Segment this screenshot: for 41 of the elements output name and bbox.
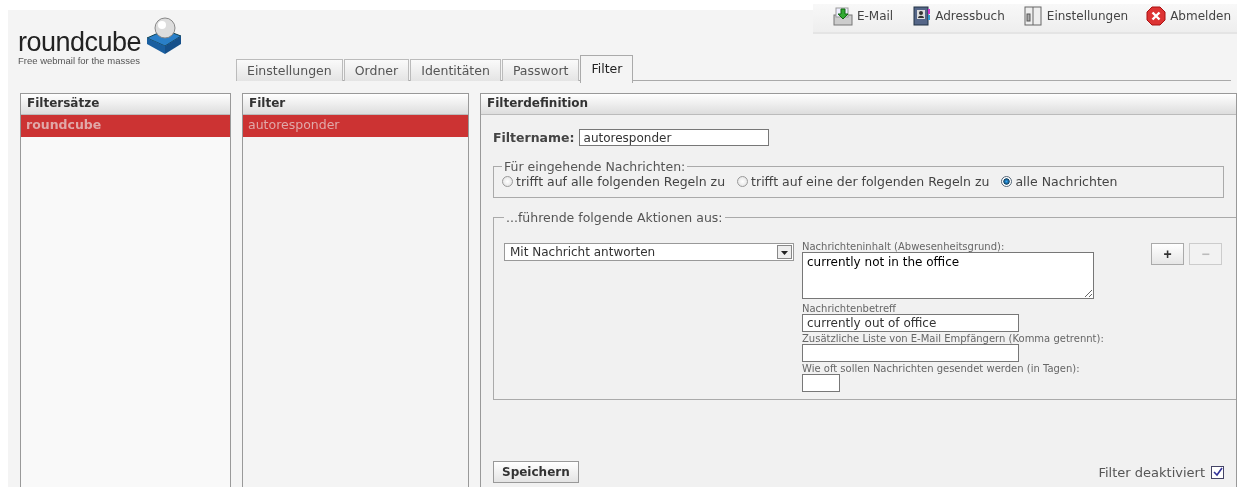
nav-link[interactable]: Abmelden — [1146, 6, 1231, 26]
logo-tagline: Free webmail for the masses — [18, 55, 141, 66]
nav-link[interactable]: Einstellungen — [1022, 6, 1129, 26]
disable-toggle[interactable]: Filter deaktiviert — [1098, 464, 1224, 480]
field-label: Nachrichteninhalt (Abwesenheitsgrund): — [802, 241, 1006, 252]
tab[interactable]: Identitäten — [410, 59, 501, 81]
group-legend: Für eingehende Nachrichten: — [502, 159, 688, 174]
text-field[interactable]: currently out of office — [802, 314, 1019, 332]
tab[interactable]: Passwort — [501, 59, 580, 81]
caret-icon — [780, 248, 789, 256]
field-label: Nachrichtenbetreff — [802, 303, 897, 314]
close-icon — [1146, 6, 1167, 26]
inbox-tray-icon — [832, 6, 853, 26]
filter-name-field[interactable]: autoresponder — [578, 129, 769, 146]
field-label: Filtername: — [493, 130, 575, 145]
radio-button[interactable] — [737, 176, 749, 187]
checkbox[interactable] — [1211, 465, 1224, 479]
tab[interactable]: Einstellungen — [236, 59, 343, 81]
tab[interactable]: Ordner — [343, 59, 410, 81]
action-button[interactable]: + — [1151, 243, 1184, 265]
panel-title: Filtersätze — [21, 94, 230, 115]
action-dropdown[interactable]: Mit Nachricht antworten — [504, 243, 794, 261]
tab[interactable]: Filter — [580, 55, 634, 83]
field-label: Zusätzliche Liste von E-Mail Empfängern (Komma getrennt): — [802, 333, 1104, 344]
panel-title: Filterdefinition — [481, 94, 1236, 115]
field-label: Wie oft sollen Nachrichten gesendet werden (in Tagen): — [802, 363, 1081, 374]
group-legend: ...führende folgende Aktionen aus: — [504, 210, 725, 225]
nav-link[interactable]: E-Mail — [832, 6, 894, 26]
radio-option[interactable]: trifft auf eine der folgenden Regeln zu — [737, 174, 990, 189]
radio-option[interactable]: alle Nachrichten — [1001, 174, 1118, 189]
radio-button[interactable] — [502, 176, 513, 187]
message-body-field[interactable]: currently not in the office — [802, 252, 1094, 299]
days-field[interactable] — [802, 374, 840, 392]
save-button[interactable]: Speichern — [493, 461, 579, 483]
radio-option[interactable]: trifft auf alle folgenden Regeln zu — [502, 174, 726, 189]
text-field[interactable] — [802, 344, 1019, 362]
panel-title: Filter — [243, 94, 468, 115]
radio-button[interactable] — [1001, 176, 1013, 187]
logo-wordmark: roundcube — [18, 28, 142, 56]
checkmark-icon — [1212, 467, 1223, 477]
nav-link[interactable]: Adressbuch — [911, 6, 1005, 26]
